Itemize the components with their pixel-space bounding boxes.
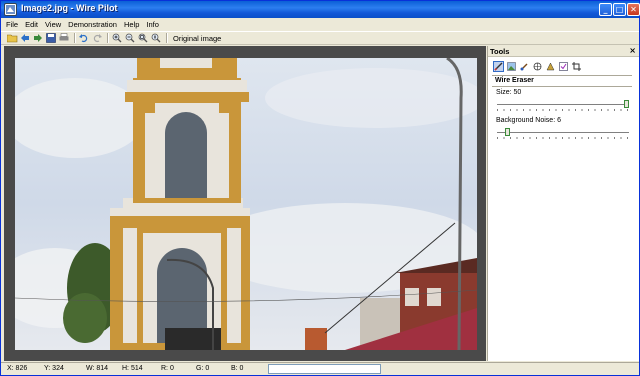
toolbar-separator bbox=[107, 33, 108, 43]
menu-help[interactable]: Help bbox=[124, 20, 139, 29]
status-bar: X: 826 Y: 324 W: 814 H: 514 R: 0 G: 0 B:… bbox=[1, 362, 639, 375]
background-noise-slider[interactable] bbox=[497, 128, 629, 139]
save-icon[interactable] bbox=[45, 32, 57, 44]
background-noise-label: Background Noise: 6 bbox=[496, 117, 561, 124]
tools-panel: Tools × Wire Eraser Size: 50 Background … bbox=[487, 46, 639, 361]
crop-icon[interactable] bbox=[571, 61, 582, 72]
app-logo-icon bbox=[4, 3, 17, 16]
menu-demonstration[interactable]: Demonstration bbox=[68, 20, 117, 29]
status-b: B: 0 bbox=[231, 365, 244, 372]
menu-edit[interactable]: Edit bbox=[25, 20, 38, 29]
status-g: G: 0 bbox=[196, 365, 210, 372]
back-arrow-icon[interactable] bbox=[19, 32, 31, 44]
tools-panel-title: Tools bbox=[490, 47, 510, 56]
divider bbox=[492, 86, 632, 87]
size-slider-thumb[interactable] bbox=[624, 100, 629, 108]
menu-file[interactable]: File bbox=[6, 20, 18, 29]
noise-slider-ticks bbox=[497, 137, 629, 139]
print-icon[interactable] bbox=[58, 32, 70, 44]
zoom-in-icon[interactable] bbox=[111, 32, 123, 44]
menu-bar: File Edit View Demonstration Help Info bbox=[1, 18, 639, 30]
maximize-button[interactable]: □ bbox=[613, 3, 626, 16]
status-r: R: 0 bbox=[161, 365, 174, 372]
size-label: Size: 50 bbox=[496, 89, 522, 96]
image-icon[interactable] bbox=[506, 61, 517, 72]
tools-panel-header: Tools × bbox=[488, 46, 639, 57]
size-slider-ticks bbox=[497, 109, 629, 111]
image-canvas-area[interactable] bbox=[4, 46, 486, 361]
undo-icon[interactable] bbox=[78, 32, 90, 44]
photo-image[interactable] bbox=[15, 58, 477, 350]
divider bbox=[492, 75, 632, 76]
toolbar-separator bbox=[166, 33, 167, 43]
zoom-fit-icon[interactable] bbox=[137, 32, 149, 44]
status-h: H: 514 bbox=[122, 365, 143, 372]
size-slider-track bbox=[497, 104, 629, 106]
menu-info[interactable]: Info bbox=[146, 20, 159, 29]
noise-slider-thumb[interactable] bbox=[505, 128, 510, 136]
stamp-icon[interactable] bbox=[532, 61, 543, 72]
minimize-button[interactable]: _ bbox=[599, 3, 612, 16]
status-y: Y: 324 bbox=[44, 365, 64, 372]
open-folder-icon[interactable] bbox=[6, 32, 18, 44]
toolbar: Original image bbox=[1, 31, 639, 45]
forward-arrow-icon[interactable] bbox=[32, 32, 44, 44]
tool-icon-bar bbox=[493, 61, 584, 72]
wire-eraser-icon[interactable] bbox=[493, 61, 504, 72]
triangle-icon[interactable] bbox=[545, 61, 556, 72]
redo-icon[interactable] bbox=[91, 32, 103, 44]
toolbar-separator bbox=[74, 33, 75, 43]
size-slider[interactable] bbox=[497, 100, 629, 111]
status-x: X: 826 bbox=[7, 365, 28, 372]
title-bar[interactable]: Image2.jpg - Wire Pilot _ □ ✕ bbox=[1, 1, 640, 18]
window-title: Image2.jpg - Wire Pilot bbox=[21, 3, 118, 13]
zoom-out-icon[interactable] bbox=[124, 32, 136, 44]
selected-tool-name: Wire Eraser bbox=[495, 77, 534, 84]
app-window: Image2.jpg - Wire Pilot _ □ ✕ File Edit … bbox=[0, 0, 640, 376]
original-image-button[interactable]: Original image bbox=[170, 34, 224, 43]
close-button[interactable]: ✕ bbox=[627, 3, 640, 16]
zoom-actual-icon[interactable] bbox=[150, 32, 162, 44]
noise-slider-track bbox=[497, 132, 629, 134]
menu-view[interactable]: View bbox=[45, 20, 61, 29]
status-w: W: 814 bbox=[86, 365, 109, 372]
checkbox-icon[interactable] bbox=[558, 61, 569, 72]
progress-bar bbox=[268, 364, 381, 374]
brush-icon[interactable] bbox=[519, 61, 530, 72]
tools-close-icon[interactable]: × bbox=[629, 46, 636, 55]
